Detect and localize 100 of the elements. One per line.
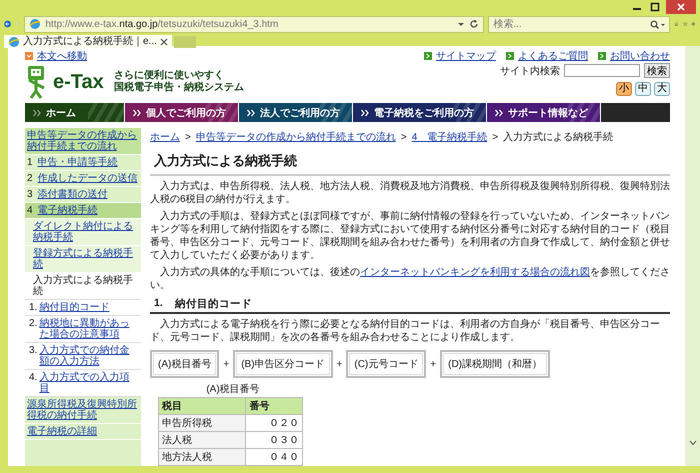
item-number: 1. (29, 302, 38, 313)
code-part-box: (D)課税期間（和暦） (440, 350, 550, 378)
section-number: 1. (154, 297, 163, 311)
search-label: サイト内検索 (500, 64, 560, 78)
skip-link[interactable]: 本文へ移動 (37, 48, 87, 62)
chevron-icon (133, 108, 141, 116)
chevron-icon (33, 108, 41, 116)
table-cell: ０４０ (246, 448, 302, 466)
item-number: 2. (29, 318, 38, 331)
url-text: http://www.e-tax.nta.go.jp/tetsuzuki/tetsuzuki4_3.htm (45, 18, 278, 30)
search-field[interactable]: 検索... (488, 16, 670, 32)
utility-link[interactable]: よくあるご質問 (518, 48, 588, 62)
sidebar-item[interactable]: 1 申告・申請等手続 (25, 155, 141, 171)
table-caption: (A)税目番号 (205, 382, 261, 396)
sidebar-item[interactable]: 電子納税の詳細 (25, 424, 141, 440)
plus-sign: + (223, 358, 230, 370)
breadcrumb-link[interactable]: ホーム (150, 131, 180, 144)
plus-sign: + (430, 358, 436, 370)
globe-icon (8, 36, 20, 48)
bullet-icon (598, 52, 606, 60)
column-header: 番号 (246, 398, 302, 414)
paragraph: 入力方式による電子納税を行う際に必要となる納付目的コードは、利用者の方自身が「税目番号、申告区分コード、元号コード、課税期間」を次の各番号を組み合わせることにより作成します。 (150, 318, 661, 344)
bullet-icon (25, 52, 33, 60)
text-size-button[interactable]: 中 (635, 82, 651, 96)
dropdown-icon[interactable] (457, 20, 466, 28)
sidebar-subitem[interactable]: 登録方式による納税手続 (25, 246, 141, 273)
nav-tab[interactable]: 個人でご利用の方 (125, 103, 239, 122)
sidebar-link[interactable]: 作成したデータの送信 (38, 173, 138, 184)
nav-tab[interactable]: 電子納税をご利用の方 (353, 103, 487, 122)
section-title: 納付目的コード (174, 297, 252, 311)
table-cell: 地方法人税 (158, 448, 246, 466)
sidebar-link[interactable]: ダイレクト納付による納税手続 (33, 221, 139, 243)
nav-tab[interactable]: ホーム (25, 103, 125, 122)
paragraph: 入力方式の手順は、登録方式とほぼ同様ですが、事前に納付情報の登録を行っていないため、インターネットバンキング等を利用して納付指図をする際に、登録方式において使用する納付区分番号に対応する納付目的コード（税目番号、申告区分コード、元号コード、課税期間を組み合わせた番号）を利用者の方自身で作成して、納付金額と併せて入力していただく必要があります。 (150, 210, 670, 262)
paragraph: 入力方式の具体的な手順については、後述のインターネットバンキングを利用する場合の流れ図を参照してください。 (150, 266, 670, 292)
close-icon[interactable] (160, 38, 168, 46)
search-icon[interactable] (650, 20, 666, 30)
bullet-icon (506, 52, 514, 60)
item-number: 1 (27, 157, 33, 168)
item-number: 4. (29, 372, 38, 385)
tab-label: 入力方式による納税手続｜e... (23, 35, 157, 48)
sidebar-link[interactable]: 電子納税手続 (38, 205, 98, 216)
chevron-icon (247, 108, 255, 116)
text-size-button[interactable]: 大 (654, 82, 670, 96)
sidebar-link[interactable]: 入力方式での納付金額の入力方法 (39, 345, 139, 367)
sidebar-link[interactable]: 電子納税の詳細 (27, 426, 97, 437)
sidebar-link[interactable]: 添付書類の送付 (38, 189, 108, 200)
breadcrumb-separator: > (492, 131, 498, 144)
close-icon (676, 2, 686, 12)
table-cell: 法人税 (158, 432, 246, 448)
refresh-icon[interactable] (469, 19, 480, 29)
code-part-box: (C)元号コード (346, 350, 426, 378)
bullet-icon (424, 52, 432, 60)
sidebar-subitem[interactable]: 入力方式による納税手続 (25, 273, 141, 300)
search-button[interactable]: 検索 (644, 63, 670, 78)
chevron-icon (361, 108, 369, 116)
item-number: 4 (27, 205, 33, 216)
table-cell: ０２０ (246, 414, 302, 432)
utility-link[interactable]: サイトマップ (436, 48, 496, 62)
breadcrumb-separator: > (185, 131, 191, 144)
sidebar-link[interactable]: 入力方式での入力項目 (39, 372, 139, 394)
address-bar[interactable]: http://www.e-tax.nta.go.jp/tetsuzuki/tetsuzuki4_3.htm (24, 16, 484, 32)
sidebar-link[interactable]: 納付目的コード (39, 302, 110, 313)
logo-text: e-Tax (53, 70, 104, 94)
sidebar-link[interactable]: 納税地に異動があった場合の注意事項 (39, 318, 139, 340)
breadcrumb-link[interactable]: 申告等データの作成から納付手続までの流れ (196, 131, 396, 144)
paragraph: 入力方式は、申告所得税、法人税、地方法人税、消費税及地方消費税、申告所得税及復興特別所得税、復興特別法人税の6税目の納付が行えます。 (150, 180, 670, 206)
text-size-button[interactable]: 小 (616, 82, 632, 96)
browser-tab[interactable]: 入力方式による納税手続｜e... (4, 35, 172, 48)
arrow-down-icon[interactable] (688, 440, 696, 446)
chevron-icon (495, 108, 503, 116)
sidebar-link[interactable]: 申告・申請等手続 (38, 157, 118, 168)
item-number: 2 (27, 173, 33, 184)
site-search-field[interactable] (564, 64, 640, 77)
sidebar-link[interactable]: 登録方式による納税手続 (33, 248, 139, 270)
table-cell: ０３０ (246, 432, 302, 448)
inline-link[interactable]: インターネットバンキングを利用する場合の流れ図 (360, 267, 590, 278)
sidebar-item[interactable]: 4 電子納税手続 (25, 203, 141, 219)
breadcrumb-current: 入力方式による納税手続 (503, 131, 614, 144)
breadcrumb-link[interactable]: 4 電子納税手続 (412, 131, 488, 144)
code-part-box: (B)申告区分コード (233, 350, 333, 378)
maximize-icon[interactable] (648, 2, 662, 12)
sidebar-item[interactable]: 2 作成したデータの送信 (25, 171, 141, 187)
globe-icon (29, 18, 42, 30)
column-header: 税目 (158, 398, 246, 414)
breadcrumb-separator: > (400, 131, 407, 144)
table-cell: 申告所得税 (158, 414, 246, 432)
tagline: 国税電子申告・納税システム (114, 82, 244, 94)
utility-link[interactable]: お問い合わせ (610, 48, 670, 62)
code-part-box: (A)税目番号 (150, 350, 220, 378)
nav-tab[interactable]: 法人でご利用の方 (239, 103, 353, 122)
tagline: さらに便利に使いやすく (114, 70, 225, 82)
sidebar-subitem[interactable]: ダイレクト納付による納税手続 (25, 219, 141, 246)
item-number: 3. (29, 345, 38, 358)
item-number: 3 (27, 189, 33, 200)
plus-sign: + (336, 358, 342, 370)
scrollbar[interactable] (685, 46, 700, 466)
close-button[interactable] (666, 0, 696, 14)
page-title: 入力方式による納税手続 (150, 152, 670, 176)
nav-tab[interactable]: サポート情報など (487, 103, 601, 122)
